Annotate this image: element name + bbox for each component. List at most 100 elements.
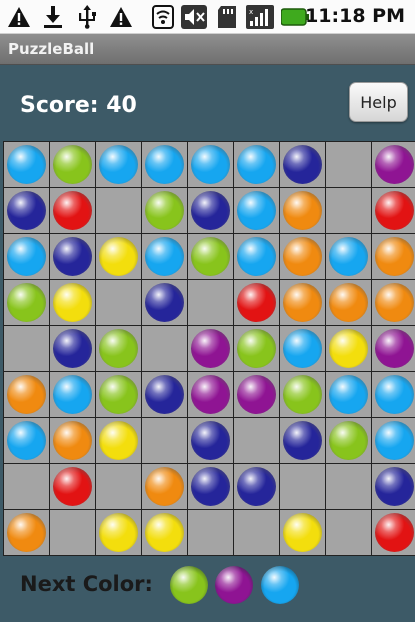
board-cell[interactable] bbox=[142, 142, 187, 187]
board-cell[interactable] bbox=[234, 372, 279, 417]
green-ball[interactable] bbox=[53, 145, 92, 184]
green-ball[interactable] bbox=[191, 237, 230, 276]
board-cell[interactable] bbox=[4, 142, 49, 187]
cyan-ball[interactable] bbox=[283, 329, 322, 368]
cyan-ball[interactable] bbox=[329, 375, 368, 414]
board-cell[interactable] bbox=[50, 142, 95, 187]
cyan-ball[interactable] bbox=[191, 145, 230, 184]
board-cell[interactable] bbox=[96, 464, 141, 509]
cyan-ball[interactable] bbox=[375, 375, 414, 414]
board-cell[interactable] bbox=[280, 188, 325, 233]
board-cell[interactable] bbox=[4, 326, 49, 371]
navy-ball[interactable] bbox=[283, 145, 322, 184]
cyan-ball[interactable] bbox=[375, 421, 414, 460]
cyan-ball[interactable] bbox=[237, 145, 276, 184]
board-cell[interactable] bbox=[234, 510, 279, 555]
board-cell[interactable] bbox=[372, 510, 415, 555]
green-ball[interactable] bbox=[7, 283, 46, 322]
green-ball[interactable] bbox=[99, 329, 138, 368]
cyan-ball[interactable] bbox=[53, 375, 92, 414]
board-cell[interactable] bbox=[234, 280, 279, 325]
red-ball[interactable] bbox=[53, 467, 92, 506]
green-ball[interactable] bbox=[99, 375, 138, 414]
orange-ball[interactable] bbox=[283, 237, 322, 276]
orange-ball[interactable] bbox=[145, 467, 184, 506]
board-cell[interactable] bbox=[142, 372, 187, 417]
cyan-ball[interactable] bbox=[7, 237, 46, 276]
orange-ball[interactable] bbox=[283, 191, 322, 230]
navy-ball[interactable] bbox=[283, 421, 322, 460]
board-cell[interactable] bbox=[234, 464, 279, 509]
board-cell[interactable] bbox=[372, 188, 415, 233]
board-cell[interactable] bbox=[142, 510, 187, 555]
red-ball[interactable] bbox=[53, 191, 92, 230]
board-cell[interactable] bbox=[234, 188, 279, 233]
cyan-ball[interactable] bbox=[145, 145, 184, 184]
board-cell[interactable] bbox=[142, 464, 187, 509]
board-cell[interactable] bbox=[372, 372, 415, 417]
navy-ball[interactable] bbox=[375, 467, 414, 506]
board-cell[interactable] bbox=[50, 418, 95, 463]
board-cell[interactable] bbox=[142, 326, 187, 371]
board-cell[interactable] bbox=[280, 280, 325, 325]
orange-ball[interactable] bbox=[283, 283, 322, 322]
board-cell[interactable] bbox=[96, 234, 141, 279]
board-cell[interactable] bbox=[4, 510, 49, 555]
orange-ball[interactable] bbox=[375, 237, 414, 276]
board-cell[interactable] bbox=[188, 418, 233, 463]
cyan-ball[interactable] bbox=[7, 145, 46, 184]
board-cell[interactable] bbox=[372, 326, 415, 371]
purple-ball[interactable] bbox=[375, 145, 414, 184]
board-cell[interactable] bbox=[326, 326, 371, 371]
board-cell[interactable] bbox=[280, 234, 325, 279]
board-cell[interactable] bbox=[326, 188, 371, 233]
navy-ball[interactable] bbox=[191, 467, 230, 506]
board-cell[interactable] bbox=[142, 280, 187, 325]
help-button[interactable]: Help bbox=[349, 82, 408, 122]
board-cell[interactable] bbox=[326, 464, 371, 509]
board-cell[interactable] bbox=[188, 372, 233, 417]
board-cell[interactable] bbox=[372, 234, 415, 279]
board-cell[interactable] bbox=[326, 280, 371, 325]
board-cell[interactable] bbox=[188, 234, 233, 279]
board-cell[interactable] bbox=[96, 280, 141, 325]
navy-ball[interactable] bbox=[191, 421, 230, 460]
cyan-ball[interactable] bbox=[237, 237, 276, 276]
cyan-ball[interactable] bbox=[7, 421, 46, 460]
board-cell[interactable] bbox=[4, 372, 49, 417]
board-cell[interactable] bbox=[188, 280, 233, 325]
green-ball[interactable] bbox=[283, 375, 322, 414]
board-cell[interactable] bbox=[188, 188, 233, 233]
board-cell[interactable] bbox=[50, 372, 95, 417]
cyan-ball[interactable] bbox=[145, 237, 184, 276]
green-ball[interactable] bbox=[329, 421, 368, 460]
board-cell[interactable] bbox=[188, 326, 233, 371]
green-ball[interactable] bbox=[237, 329, 276, 368]
board-cell[interactable] bbox=[326, 418, 371, 463]
yellow-ball[interactable] bbox=[53, 283, 92, 322]
board-cell[interactable] bbox=[234, 326, 279, 371]
navy-ball[interactable] bbox=[53, 329, 92, 368]
purple-ball[interactable] bbox=[191, 375, 230, 414]
board-cell[interactable] bbox=[96, 418, 141, 463]
board-cell[interactable] bbox=[50, 188, 95, 233]
red-ball[interactable] bbox=[375, 513, 414, 552]
purple-ball[interactable] bbox=[237, 375, 276, 414]
board-cell[interactable] bbox=[280, 326, 325, 371]
board-cell[interactable] bbox=[280, 372, 325, 417]
board-cell[interactable] bbox=[372, 142, 415, 187]
board-cell[interactable] bbox=[142, 234, 187, 279]
navy-ball[interactable] bbox=[145, 375, 184, 414]
board-cell[interactable] bbox=[326, 510, 371, 555]
board-cell[interactable] bbox=[4, 464, 49, 509]
navy-ball[interactable] bbox=[191, 191, 230, 230]
cyan-ball[interactable] bbox=[99, 145, 138, 184]
board-cell[interactable] bbox=[280, 464, 325, 509]
yellow-ball[interactable] bbox=[99, 513, 138, 552]
board-cell[interactable] bbox=[188, 464, 233, 509]
board-cell[interactable] bbox=[50, 326, 95, 371]
orange-ball[interactable] bbox=[329, 283, 368, 322]
board-cell[interactable] bbox=[96, 142, 141, 187]
board-cell[interactable] bbox=[96, 326, 141, 371]
orange-ball[interactable] bbox=[7, 513, 46, 552]
